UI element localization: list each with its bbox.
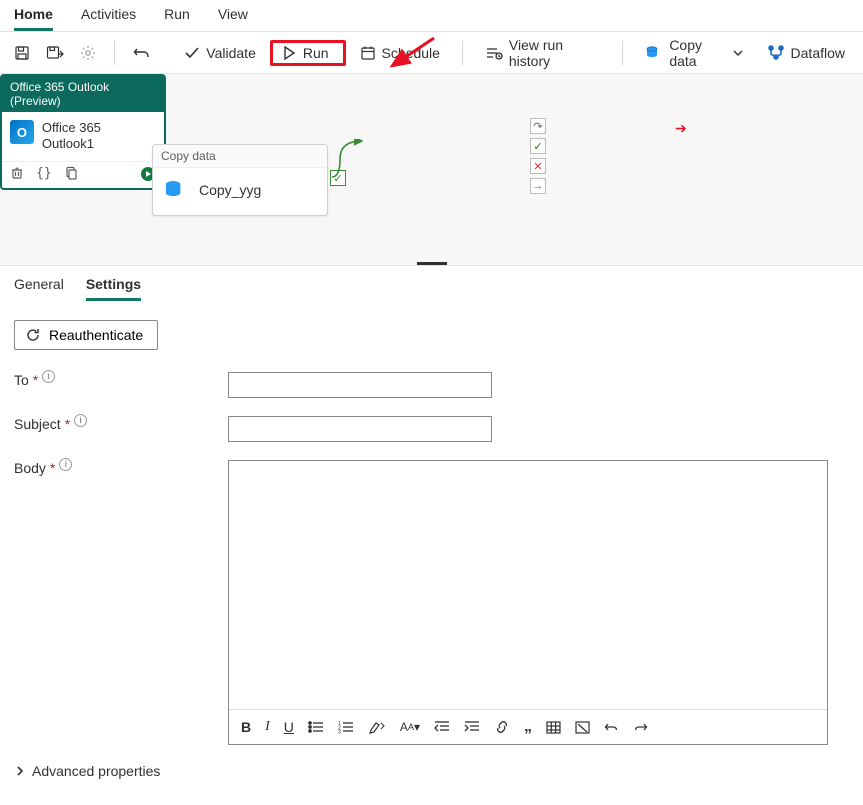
schedule-label: Schedule bbox=[382, 45, 440, 61]
activity-copy-data[interactable]: Copy data Copy_yyg bbox=[152, 144, 328, 216]
info-icon[interactable]: i bbox=[42, 370, 55, 383]
toolbar-divider bbox=[462, 41, 463, 65]
table-icon[interactable] bbox=[546, 721, 561, 734]
refresh-icon bbox=[25, 327, 41, 343]
save-as-icon bbox=[46, 45, 64, 61]
validate-label: Validate bbox=[206, 45, 256, 61]
activity-copy-type: Copy data bbox=[153, 145, 327, 168]
status-success-icon[interactable]: ✓ bbox=[530, 138, 546, 154]
status-skip-icon[interactable]: ↷ bbox=[530, 118, 546, 134]
braces-icon[interactable]: {} bbox=[36, 166, 52, 181]
bold-icon[interactable]: B bbox=[241, 719, 251, 735]
chevron-down-icon bbox=[733, 48, 743, 58]
activity-copy-name: Copy_yyg bbox=[199, 182, 261, 198]
top-nav: Home Activities Run View bbox=[0, 0, 863, 32]
toolbar-divider bbox=[114, 41, 115, 65]
nav-tab-run[interactable]: Run bbox=[164, 6, 190, 28]
redo-icon[interactable] bbox=[633, 721, 648, 734]
to-label: To * i bbox=[14, 372, 228, 388]
status-completion-icon[interactable]: → bbox=[530, 178, 546, 194]
outdent-icon[interactable] bbox=[434, 720, 450, 734]
nav-tab-activities[interactable]: Activities bbox=[81, 6, 136, 28]
font-size-icon[interactable]: AA▾ bbox=[400, 720, 420, 734]
view-run-history-button[interactable]: View run history bbox=[475, 33, 611, 73]
run-button[interactable]: Run bbox=[270, 40, 346, 66]
info-icon[interactable]: i bbox=[59, 458, 72, 471]
dataflow-icon bbox=[767, 45, 785, 61]
view-run-history-label: View run history bbox=[509, 37, 601, 69]
svg-text:3: 3 bbox=[338, 730, 341, 735]
undo-icon[interactable] bbox=[604, 721, 619, 734]
save-button[interactable] bbox=[8, 41, 36, 65]
italic-icon[interactable]: I bbox=[265, 719, 270, 735]
required-mark: * bbox=[33, 372, 38, 388]
underline-icon[interactable]: U bbox=[284, 719, 294, 735]
database-icon bbox=[645, 45, 663, 61]
reauthenticate-label: Reauthenticate bbox=[49, 327, 143, 343]
copy-icon[interactable] bbox=[64, 166, 78, 180]
panel-drag-handle[interactable] bbox=[417, 262, 447, 266]
indent-icon[interactable] bbox=[464, 720, 480, 734]
numbered-list-icon[interactable]: 123 bbox=[338, 720, 354, 734]
body-label: Body * i bbox=[14, 460, 228, 476]
required-mark: * bbox=[65, 416, 70, 432]
clear-format-icon[interactable] bbox=[575, 721, 590, 734]
validate-button[interactable]: Validate bbox=[174, 41, 266, 65]
gear-icon bbox=[80, 45, 96, 61]
annotation-small-arrow: ➔ bbox=[675, 120, 687, 137]
database-icon bbox=[163, 178, 189, 202]
copy-data-button[interactable]: Copy data bbox=[635, 33, 752, 73]
success-port[interactable]: ✓ bbox=[330, 170, 346, 186]
body-editor: B I U 123 AA▾ „ bbox=[228, 460, 828, 745]
settings-gear-button[interactable] bbox=[74, 41, 102, 65]
link-icon[interactable] bbox=[494, 720, 510, 734]
outlook-icon: O bbox=[10, 120, 34, 144]
undo-icon bbox=[133, 45, 151, 61]
history-icon bbox=[485, 45, 503, 61]
chevron-right-icon bbox=[14, 765, 26, 777]
nav-tab-home[interactable]: Home bbox=[14, 6, 53, 31]
save-icon bbox=[14, 45, 30, 61]
dataflow-button[interactable]: Dataflow bbox=[757, 41, 855, 65]
bulleted-list-icon[interactable] bbox=[308, 720, 324, 734]
status-fail-icon[interactable]: ✕ bbox=[530, 158, 546, 174]
advanced-properties-label: Advanced properties bbox=[32, 763, 160, 779]
calendar-icon bbox=[360, 45, 376, 61]
toolbar: Validate Run Schedule View run history C… bbox=[0, 32, 863, 74]
subject-label: Subject * i bbox=[14, 416, 228, 432]
subject-field[interactable] bbox=[228, 416, 492, 442]
save-as-button[interactable] bbox=[40, 41, 70, 65]
richtext-toolbar: B I U 123 AA▾ „ bbox=[229, 709, 827, 744]
quote-icon[interactable]: „ bbox=[524, 718, 532, 736]
activity-status-column: ↷ ✓ ✕ → bbox=[530, 118, 546, 194]
run-label: Run bbox=[303, 45, 329, 61]
advanced-properties-toggle[interactable]: Advanced properties bbox=[14, 763, 849, 779]
tab-general[interactable]: General bbox=[14, 276, 64, 301]
undo-button[interactable] bbox=[127, 41, 157, 65]
details-panel: General Settings Reauthenticate To * i S… bbox=[0, 266, 863, 797]
reauthenticate-button[interactable]: Reauthenticate bbox=[14, 320, 158, 350]
info-icon[interactable]: i bbox=[74, 414, 87, 427]
check-icon bbox=[184, 45, 200, 61]
activity-outlook-name: Office 365 Outlook1 bbox=[42, 120, 156, 153]
dataflow-label: Dataflow bbox=[791, 45, 845, 61]
copy-data-label: Copy data bbox=[669, 37, 726, 69]
schedule-button[interactable]: Schedule bbox=[350, 41, 450, 65]
activity-outlook-title: Office 365 Outlook (Preview) bbox=[2, 76, 164, 112]
toolbar-divider bbox=[622, 41, 623, 65]
tab-settings[interactable]: Settings bbox=[86, 276, 141, 301]
activity-outlook[interactable]: Office 365 Outlook (Preview) O Office 36… bbox=[0, 74, 166, 190]
required-mark: * bbox=[50, 460, 55, 476]
nav-tab-view[interactable]: View bbox=[218, 6, 248, 28]
panel-tabs: General Settings bbox=[14, 276, 849, 302]
trash-icon[interactable] bbox=[10, 166, 24, 180]
play-icon bbox=[281, 45, 297, 61]
pipeline-canvas[interactable]: Copy data Copy_yyg ✓ Office 365 Outlook … bbox=[0, 74, 863, 266]
highlight-icon[interactable] bbox=[368, 720, 386, 734]
body-textarea[interactable] bbox=[229, 461, 827, 709]
to-field[interactable] bbox=[228, 372, 492, 398]
